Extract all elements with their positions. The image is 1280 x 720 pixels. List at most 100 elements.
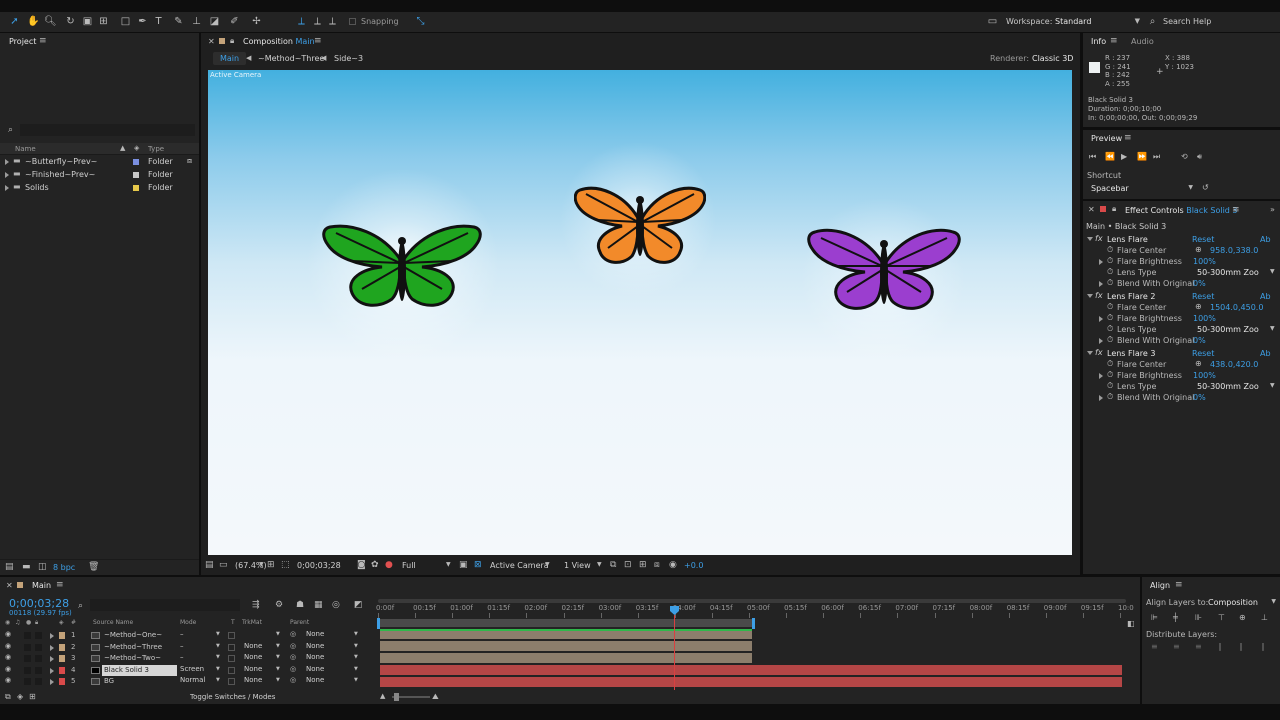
col-type[interactable]: Type (148, 145, 164, 153)
stopwatch-icon[interactable]: ⏱ (1107, 324, 1113, 334)
chevron-down-icon[interactable]: ▼ (446, 561, 451, 568)
overflow-icon[interactable]: » (1270, 205, 1275, 214)
pick-whip-icon[interactable]: ◎ (290, 665, 296, 673)
project-search-icon[interactable]: ⌕ (8, 125, 13, 135)
layer-row[interactable]: ◉ 1 ~Method~One~ – ▼ ▼ ◎ None ▼ (0, 630, 372, 641)
workspace-icon[interactable]: ▭ (987, 16, 998, 27)
graph-editor-icon[interactable]: ◩ (354, 600, 363, 610)
expand-arrow-icon[interactable] (1099, 316, 1103, 322)
eye-icon[interactable]: ◉ (5, 653, 11, 661)
parent-dropdown[interactable]: None (306, 653, 324, 661)
expand-arrow-icon[interactable] (50, 667, 54, 674)
effect-controls-tab[interactable]: Effect Controls Black Solid 3 (1125, 206, 1238, 215)
snapshot-icon[interactable]: ◙ (357, 560, 366, 570)
stopwatch-icon[interactable]: ⏱ (1107, 335, 1113, 345)
stopwatch-icon[interactable]: ⏱ (1107, 302, 1113, 312)
layer-track-bar[interactable] (380, 653, 752, 663)
layer-name[interactable]: Black Solid 3 (102, 664, 177, 676)
expand-arrow-icon[interactable] (1099, 338, 1103, 344)
eye-icon[interactable]: ◉ (5, 630, 11, 638)
align-top-icon[interactable]: ⊤ (1218, 613, 1225, 622)
channel-icon[interactable]: ● (385, 560, 393, 570)
new-composition-icon[interactable]: ◫ (38, 562, 47, 572)
trash-icon[interactable]: 🗑︎ (88, 562, 99, 572)
flare-center-value[interactable]: 958.0,338.0 (1210, 246, 1258, 255)
preserve-transparency-box[interactable] (228, 632, 235, 639)
frame-blending-icon[interactable]: ▦ (314, 600, 323, 610)
rotate-tool-icon[interactable]: ↻ (65, 16, 76, 27)
about-link[interactable]: Ab (1260, 292, 1271, 301)
close-icon[interactable]: ✕ (6, 581, 13, 590)
expand-arrow-icon[interactable] (1099, 373, 1103, 379)
comp-button-icon[interactable]: ◧ (1127, 619, 1135, 628)
label-color-swatch[interactable] (133, 172, 139, 178)
reset-link[interactable]: Reset (1192, 349, 1214, 358)
first-frame-icon[interactable]: ⏮ (1089, 152, 1096, 162)
zoom-tool-icon[interactable]: 🔍︎ (44, 16, 57, 27)
pick-whip-icon[interactable]: ◎ (290, 630, 296, 638)
loop-icon[interactable]: ⟲ (1181, 152, 1188, 161)
flare-brightness-value[interactable]: 100% (1193, 314, 1216, 323)
stopwatch-icon[interactable]: ⏱ (1107, 245, 1113, 255)
previous-frame-icon[interactable]: ⏪ (1105, 152, 1115, 161)
eye-icon[interactable]: ◉ (5, 676, 11, 684)
flowchart-icon[interactable]: ⧈ (187, 156, 192, 166)
expand-arrow-icon[interactable] (1087, 237, 1093, 241)
zoom-out-icon[interactable]: ▲ (380, 692, 385, 700)
layer-row[interactable]: ◉ 5 BG Normal ▼ None ▼ ◎ None ▼ (0, 676, 372, 687)
trkmat-dropdown[interactable]: None (244, 665, 262, 673)
lens-type-value[interactable]: 50-300mm Zoo (1197, 325, 1259, 334)
chevron-down-icon[interactable]: ▼ (216, 631, 220, 637)
parent-dropdown[interactable]: None (306, 665, 324, 673)
chevron-down-icon[interactable]: ▼ (1270, 268, 1275, 275)
work-area-end-handle[interactable] (752, 618, 755, 629)
composition-viewer[interactable]: Active Camera (208, 70, 1072, 555)
blend-with-original-value[interactable]: 0% (1193, 336, 1206, 345)
preserve-transparency-box[interactable] (228, 678, 235, 685)
col-source-name[interactable]: Source Name (93, 619, 133, 626)
new-folder-icon[interactable]: ▬ (22, 562, 31, 572)
flare-center-value[interactable]: 1504.0,450.0 (1210, 303, 1263, 312)
layer-track-bar[interactable] (380, 641, 752, 651)
composition-tab[interactable]: Composition Main (243, 37, 315, 46)
align-right-icon[interactable]: ⊪ (1195, 613, 1202, 622)
project-tab[interactable]: Project (9, 37, 36, 46)
trkmat-dropdown[interactable]: None (244, 642, 262, 650)
lock-icon[interactable]: 🔒︎ (1112, 204, 1116, 214)
chevron-down-icon[interactable]: ▼ (597, 561, 602, 568)
distribute-vcenter-icon[interactable]: ≡ (1173, 642, 1180, 651)
expand-arrow-icon[interactable] (5, 172, 9, 178)
close-icon[interactable]: ✕ (208, 37, 215, 46)
layer-name[interactable]: ~Method~Three (102, 642, 177, 653)
pick-whip-icon[interactable]: ◎ (290, 642, 296, 650)
green-butterfly[interactable] (322, 223, 482, 309)
draft-3d-icon[interactable]: ⚙ (275, 600, 283, 610)
distribute-hcenter-icon[interactable]: ∥ (1239, 642, 1243, 651)
layer-label-swatch[interactable] (59, 632, 65, 639)
world-axis-icon[interactable]: ⟂ (312, 16, 323, 27)
expand-arrow-icon[interactable] (50, 644, 54, 651)
expand-box[interactable] (35, 666, 42, 674)
expand-arrow-icon[interactable] (1087, 351, 1093, 355)
layer-row[interactable]: ◉ 3 ~Method~Two~ – ▼ None ▼ ◎ None ▼ (0, 653, 372, 664)
comp-nav-method-three[interactable]: ~Method~Three (258, 54, 324, 63)
chevron-down-icon[interactable]: ▼ (354, 677, 358, 683)
label-color-swatch[interactable] (133, 185, 139, 191)
expand-box[interactable] (24, 678, 31, 685)
layer-row[interactable]: ◉ 4 Black Solid 3 Screen ▼ None ▼ ◎ None ▼ (0, 664, 372, 676)
roto-brush-tool-icon[interactable]: ✐ (229, 16, 240, 27)
timeline-icon[interactable]: ⊞ (639, 560, 647, 570)
expand-arrow-icon[interactable] (5, 159, 9, 165)
reset-icon[interactable]: ↺ (1202, 183, 1209, 192)
toggle-pixel-aspect-icon[interactable]: ⧉ (610, 560, 616, 570)
hand-tool-icon[interactable]: ✋ (27, 16, 39, 27)
brush-tool-icon[interactable]: ✎ (173, 16, 184, 27)
preview-tab[interactable]: Preview (1091, 134, 1122, 143)
chevron-down-icon[interactable]: ▼ (276, 677, 280, 683)
expand-arrow-icon[interactable] (50, 633, 54, 639)
expand-arrow-icon[interactable] (50, 679, 54, 685)
chevron-down-icon[interactable]: ▼ (354, 666, 358, 672)
timeline-search-field[interactable] (90, 599, 240, 611)
effect-group-header[interactable]: fx Lens Flare 2 Reset Ab (1083, 291, 1280, 302)
workspace-dropdown[interactable]: Standard ▼ (1053, 14, 1143, 28)
